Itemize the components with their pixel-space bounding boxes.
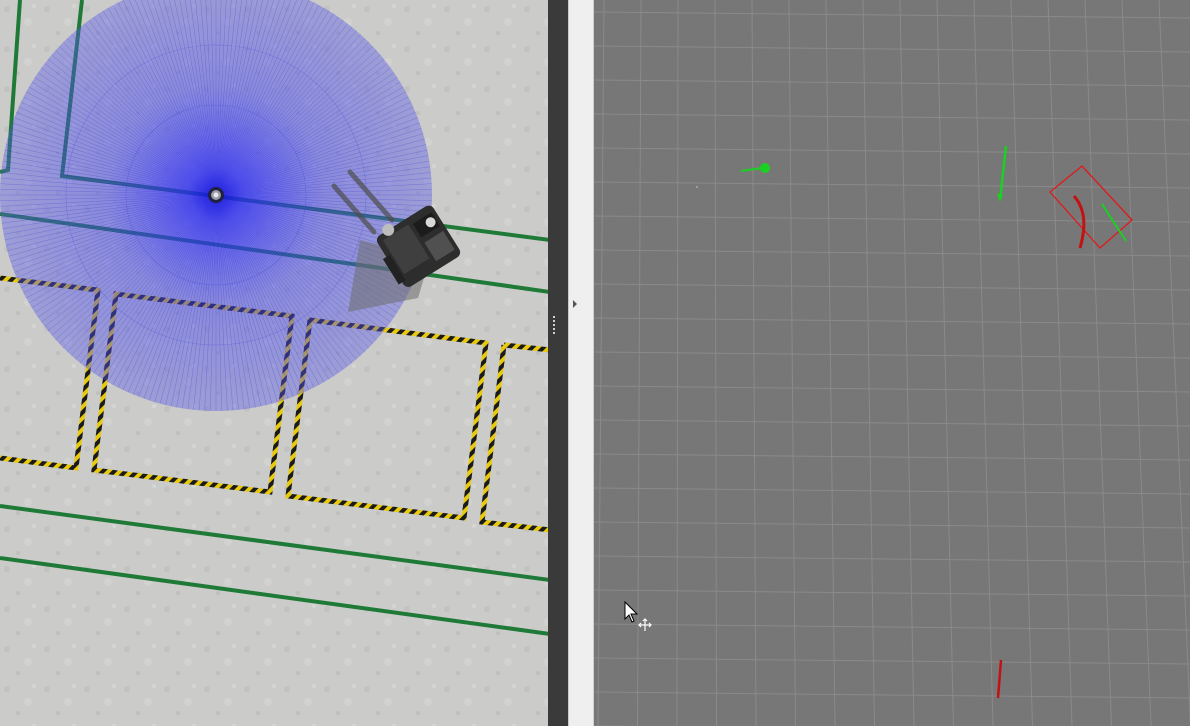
lidar-sensor (208, 187, 224, 203)
visualization-scene (594, 0, 1190, 726)
simulation-viewport[interactable] (0, 0, 548, 726)
visualization-viewport[interactable] (594, 0, 1190, 726)
panel-splitter[interactable] (548, 0, 594, 726)
simulation-scene (0, 0, 548, 726)
splitter-arrow-icon (573, 300, 577, 308)
splitter-grip-icon (553, 316, 555, 334)
splitter-decor (553, 300, 577, 334)
